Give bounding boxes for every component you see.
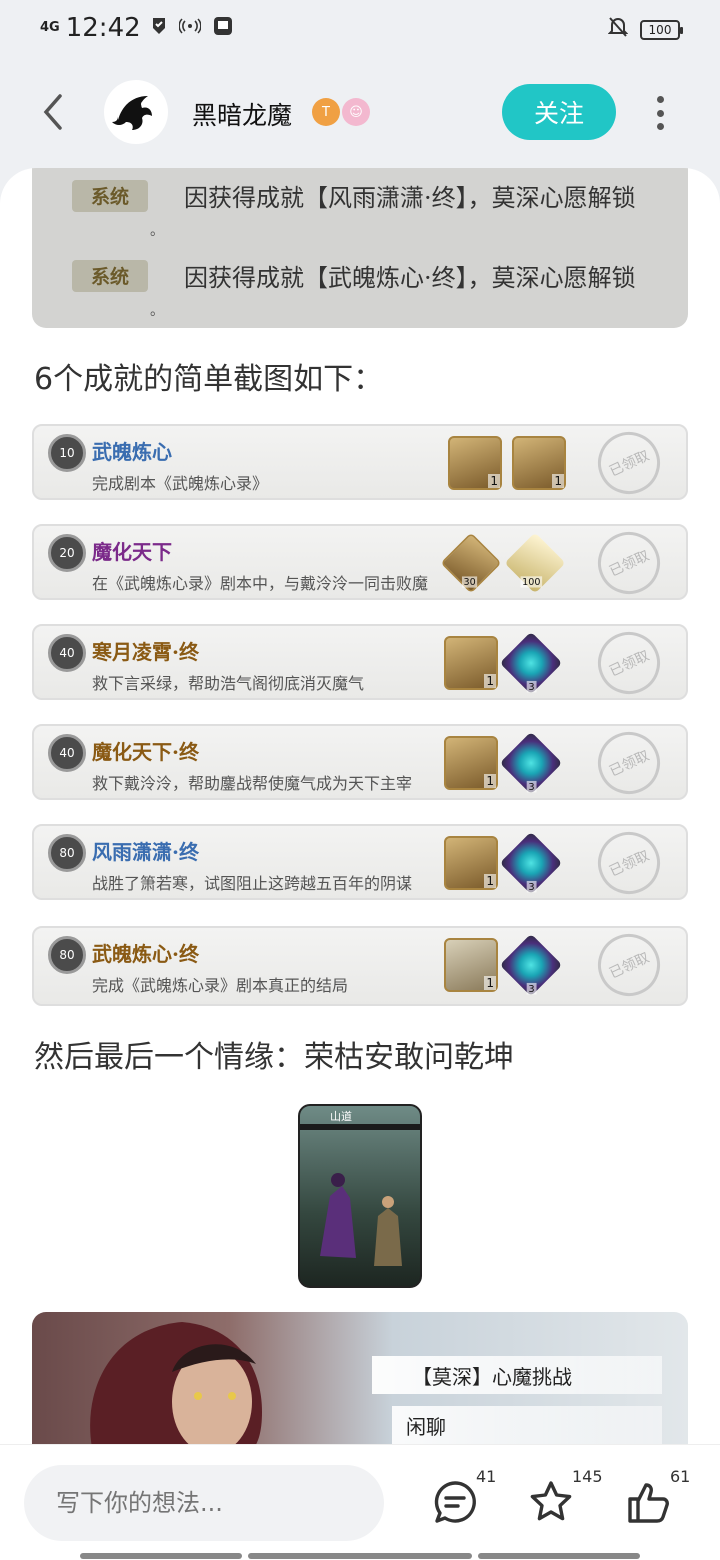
level-medal: 80 [48,936,86,974]
achievement-desc: 救下言采绿，帮助浩气阁彻底消灭魔气 [92,674,365,693]
reward-silhouette-icon: 1 [444,938,498,992]
system-text: 因获得成就【风雨潇潇·终】，莫深心愿解锁 [184,184,636,212]
achievement-card: 20 魔化天下 在《武魄炼心录》剧本中，与戴泠泠一同击败魔 30 100 已领取 [32,524,688,600]
claimed-stamp: 已领取 [587,426,671,498]
favorite-button[interactable]: 145 [528,1467,603,1529]
reward-gem-icon: 3 [499,933,563,997]
system-line-1: 系统 因获得成就【风雨潇潇·终】，莫深心愿解锁 [72,178,636,213]
system-message-image: 系统 因获得成就【风雨潇潇·终】，莫深心愿解锁 。 系统 因获得成就【武魄炼心·… [32,168,688,328]
achievement-desc: 完成剧本《武魄炼心录》 [92,474,269,493]
back-button[interactable] [38,92,68,132]
star-icon [530,1481,572,1521]
thumbs-up-icon [628,1483,669,1523]
system-text: 因获得成就【武魄炼心·终】，莫深心愿解锁 [184,264,636,292]
reward-gem-icon: 3 [499,631,563,695]
clock: 12:42 [65,13,141,43]
dialogue-option[interactable]: 【莫深】心魔挑战 [372,1356,662,1394]
achievement-title: 风雨潇潇·终 [92,840,199,864]
reward-portrait-icon: 1 [448,436,502,490]
mute-bell-icon [607,16,629,43]
reward-armor-icon: 30 [440,532,502,594]
home-indicator [80,1553,242,1559]
scene-figures-icon [300,1124,420,1266]
claimed-stamp: 已领取 [587,928,671,1004]
achievement-title: 魔化天下·终 [92,740,199,764]
achievement-card: 40 寒月凌霄·终 救下言采绿，帮助浩气阁彻底消灭魔气 1 3 已领取 [32,624,688,700]
system-tag: 系统 [72,179,148,212]
chevron-left-icon [43,94,62,130]
dialogue-screenshot[interactable]: 【莫深】心魔挑战 闲聊 [32,1312,688,1448]
home-indicator [248,1553,472,1559]
more-options-icon[interactable] [654,96,666,130]
reward-portrait-icon: 1 [444,836,498,890]
system-tag: 系统 [72,259,148,292]
level-medal: 40 [48,734,86,772]
title-badge-icon: T [312,98,340,126]
reward-gem-icon: 3 [499,831,563,895]
achievement-title: 寒月凌霄·终 [92,640,199,664]
network-indicator: 4G [40,20,60,35]
status-right: 100 [607,16,683,43]
home-indicator [478,1553,640,1559]
achievement-card: 40 魔化天下·终 救下戴泠泠，帮助鏖战帮使魔气成为天下主宰 1 3 已领取 [32,724,688,800]
achievement-desc: 完成《武魄炼心录》剧本真正的结局 [92,976,349,995]
achievement-card: 80 风雨潇潇·终 战胜了箫若寒，试图阻止这跨越五百年的阴谋 1 3 已领取 [32,824,688,900]
like-button[interactable]: 61 [626,1467,690,1529]
post-header: 黑暗龙魔 T ☺ 关注 [0,66,720,162]
comment-button[interactable]: 41 [432,1467,496,1529]
achievement-title: 武魄炼心·终 [92,942,199,966]
comment-icon [434,1481,476,1523]
claimed-stamp: 已领取 [587,526,671,598]
post-paragraph: 6个成就的简单截图如下： [34,362,384,397]
level-medal: 20 [48,534,86,572]
reward-gem-icon: 3 [499,731,563,795]
bottom-action-bar: 41 145 61 [0,1444,720,1560]
dragon-logo-icon [106,82,166,142]
app-notification-icon [213,16,233,41]
achievement-desc: 战胜了箫若寒，试图阻止这跨越五百年的阴谋 [92,874,413,893]
level-medal: 80 [48,834,86,872]
favorite-count: 145 [572,1467,603,1486]
like-count: 61 [670,1467,691,1486]
post-paragraph: 然后最后一个情缘：荣枯安敢问乾坤 [34,1040,514,1075]
achievement-title: 武魄炼心 [92,440,172,464]
dialogue-option[interactable]: 闲聊 [392,1406,662,1444]
character-portrait-icon [90,1322,262,1448]
reward-portrait-icon: 1 [512,436,566,490]
screen: 4G 12:42 100 黑暗龙魔 T ☺ 关注 系统 因获得成就【风雨潇潇·终… [0,0,720,1560]
system-dot: 。 [150,303,164,319]
system-dot: 。 [150,223,164,239]
achievement-desc: 救下戴泠泠，帮助鏖战帮使魔气成为天下主宰 [92,774,413,793]
reward-silver-icon: 100 [504,532,566,594]
game-screenshot-thumbnail[interactable]: 山道 [298,1104,422,1288]
pet-badge-icon: ☺ [342,98,370,126]
battery-indicator: 100 [640,19,683,40]
reward-portrait-icon: 1 [444,636,498,690]
achievement-card: 10 武魄炼心 完成剧本《武魄炼心录》 1 1 已领取 [32,424,688,500]
level-medal: 10 [48,434,86,472]
status-bar: 4G 12:42 100 [0,0,720,56]
post-content: 系统 因获得成就【风雨潇潇·终】，莫深心愿解锁 。 系统 因获得成就【武魄炼心·… [0,168,720,1448]
claimed-stamp: 已领取 [587,826,671,898]
follow-button[interactable]: 关注 [502,84,616,140]
hotspot-icon [178,17,202,39]
system-line-2: 系统 因获得成就【武魄炼心·终】，莫深心愿解锁 [72,258,636,293]
achievement-card: 80 武魄炼心·终 完成《武魄炼心录》剧本真正的结局 1 3 已领取 [32,926,688,1006]
reward-portrait-icon: 1 [444,736,498,790]
claimed-stamp: 已领取 [587,726,671,798]
check-shield-icon [151,16,167,41]
claimed-stamp: 已领取 [587,626,671,698]
level-medal: 40 [48,634,86,672]
username[interactable]: 黑暗龙魔 [192,96,292,132]
achievement-title: 魔化天下 [92,540,172,564]
comment-input[interactable] [24,1465,384,1541]
user-badges: T ☺ [312,98,372,126]
avatar[interactable] [104,80,168,144]
achievement-desc: 在《武魄炼心录》剧本中，与戴泠泠一同击败魔 [92,574,429,593]
comment-count: 41 [476,1467,497,1486]
